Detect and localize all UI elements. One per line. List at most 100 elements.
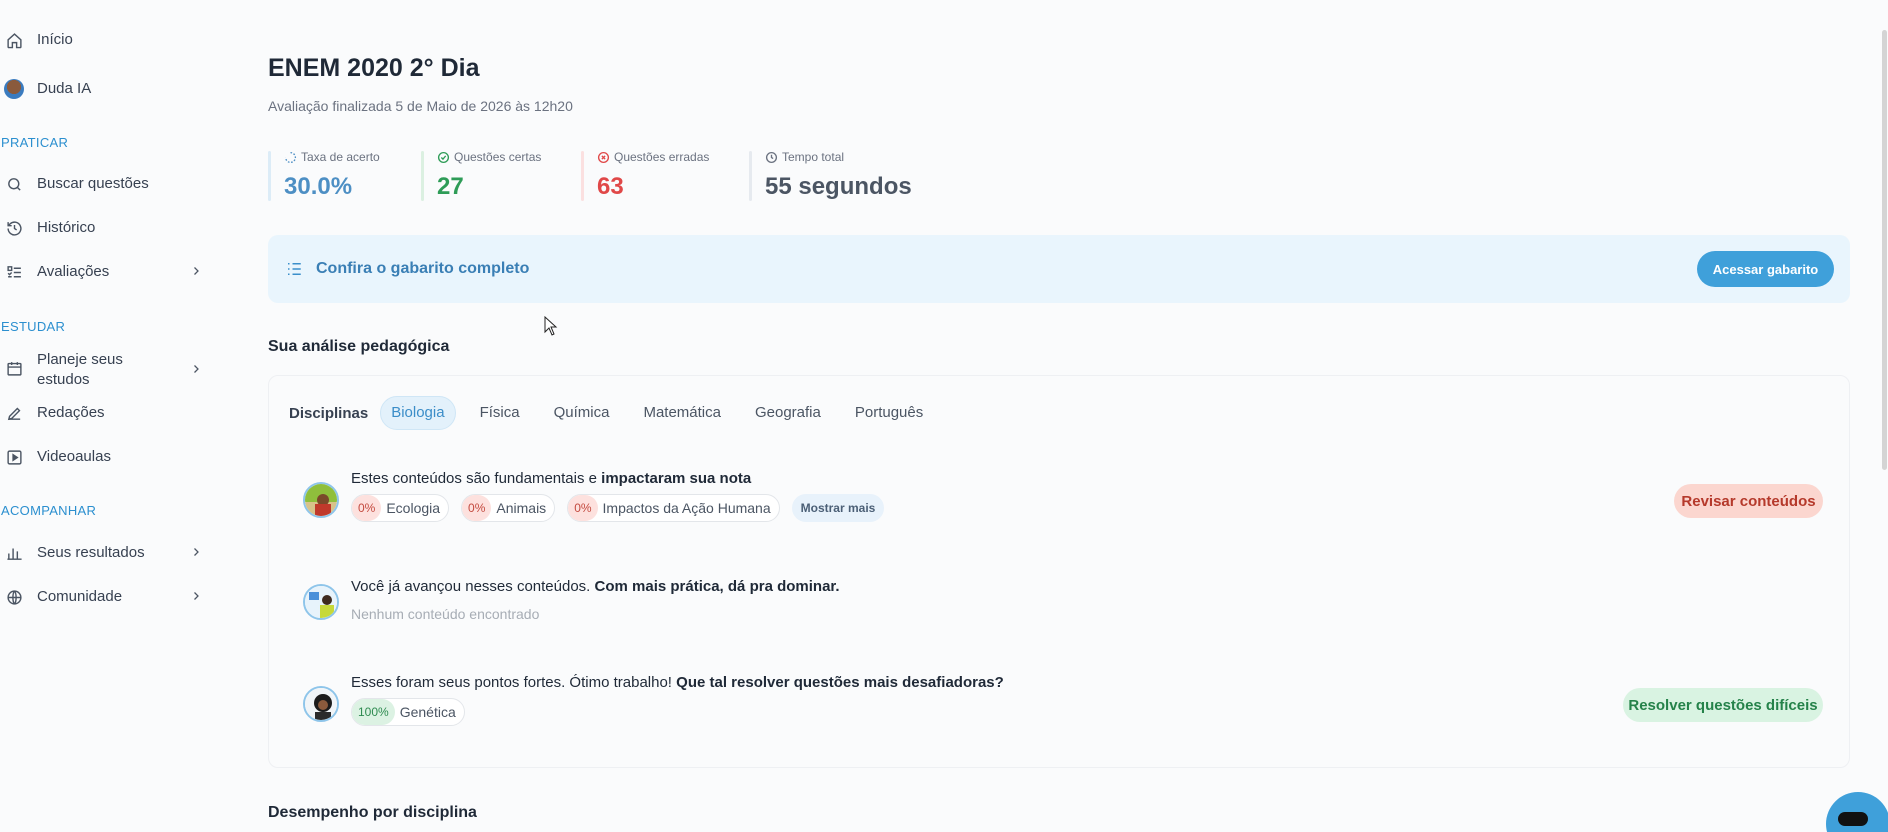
sidebar-item-seus-resultados[interactable]: Seus resultados bbox=[0, 543, 210, 563]
acessar-gabarito-button[interactable]: Acessar gabarito bbox=[1697, 251, 1834, 287]
sidebar-item-buscar-questoes[interactable]: Buscar questões bbox=[0, 174, 210, 194]
row-text: Estes conteúdos são fundamentais e impac… bbox=[351, 470, 751, 487]
page-title: ENEM 2020 2° Dia bbox=[268, 54, 480, 82]
row-text-plain: Esses foram seus pontos fortes. Ótimo tr… bbox=[351, 674, 677, 691]
row-text-plain: Estes conteúdos são fundamentais e bbox=[351, 470, 602, 487]
stat-label: Taxa de acerto bbox=[301, 150, 380, 164]
avatar bbox=[303, 482, 339, 518]
stat-label-row: Questões certas bbox=[437, 149, 581, 165]
stat-taxa-acerto: Taxa de acerto 30.0% bbox=[268, 149, 421, 201]
sidebar-item-label: Redações bbox=[37, 404, 105, 421]
performance-title: Desempenho por disciplina bbox=[268, 804, 477, 821]
sidebar-item-label: Seus resultados bbox=[37, 544, 145, 561]
chip-label: Genética bbox=[399, 704, 456, 720]
pencil-icon bbox=[4, 403, 24, 423]
sidebar: Início Duda IA PRATICAR Buscar questões … bbox=[0, 0, 215, 832]
chip-pct: 100% bbox=[352, 699, 395, 725]
analysis-row-progress: Você já avançou nesses conteúdos. Com ma… bbox=[303, 578, 1823, 628]
scrollbar-thumb[interactable] bbox=[1882, 30, 1887, 470]
sidebar-item-label: Avaliações bbox=[37, 263, 110, 280]
list-icon bbox=[288, 263, 301, 275]
stat-value: 63 bbox=[597, 173, 624, 200]
section-title-praticar: PRATICAR bbox=[1, 135, 69, 150]
topic-chip[interactable]: 0% Animais bbox=[461, 494, 556, 522]
analysis-row-strengths: Esses foram seus pontos fortes. Ótimo tr… bbox=[303, 674, 1823, 738]
revisar-conteudos-button[interactable]: Revisar conteúdos bbox=[1674, 484, 1823, 518]
mouse-cursor-icon bbox=[544, 316, 558, 336]
chip-label: Ecologia bbox=[386, 500, 441, 516]
sidebar-item-planeje-estudos[interactable]: Planeje seus estudos bbox=[0, 350, 210, 390]
sidebar-item-label-wrapper: Planeje seus estudos bbox=[37, 350, 123, 390]
topic-chip[interactable]: 100% Genética bbox=[351, 698, 465, 726]
chip-label: Impactos da Ação Humana bbox=[602, 500, 771, 516]
page-subtitle: Avaliação finalizada 5 de Maio de 2026 à… bbox=[268, 98, 573, 114]
progress-icon bbox=[284, 151, 297, 163]
chat-icon bbox=[1838, 812, 1868, 826]
section-title-estudar: ESTUDAR bbox=[1, 319, 66, 334]
tab-fisica[interactable]: Física bbox=[470, 396, 530, 430]
topic-chip[interactable]: 0% Ecologia bbox=[351, 494, 450, 522]
chip-list: 0% Ecologia 0% Animais 0% Impactos da Ação … bbox=[351, 494, 896, 522]
stat-tempo-total: Tempo total 55 segundos bbox=[749, 149, 949, 201]
sidebar-item-avaliacoes[interactable]: Avaliações bbox=[0, 262, 210, 282]
empty-state: Nenhum conteúdo encontrado bbox=[351, 606, 540, 622]
avatar bbox=[303, 584, 339, 620]
stat-label-row: Taxa de acerto bbox=[284, 149, 421, 165]
stat-value: 55 segundos bbox=[765, 173, 912, 200]
stat-questoes-erradas: Questões erradas 63 bbox=[581, 149, 749, 201]
stat-value: 27 bbox=[437, 173, 464, 200]
list-check-icon bbox=[4, 262, 24, 282]
sidebar-item-inicio[interactable]: Início bbox=[0, 30, 210, 50]
analysis-title: Sua análise pedagógica bbox=[268, 338, 450, 355]
chip-pct: 0% bbox=[462, 495, 492, 521]
scrollbar[interactable] bbox=[1878, 0, 1888, 832]
topic-chip[interactable]: 0% Impactos da Ação Humana bbox=[567, 494, 780, 522]
row-text-bold: Com mais prática, dá pra dominar. bbox=[594, 578, 840, 595]
sidebar-item-historico[interactable]: Histórico bbox=[0, 218, 210, 238]
chevron-right-icon bbox=[190, 264, 202, 281]
analysis-row-impact: Estes conteúdos são fundamentais e impac… bbox=[303, 470, 1823, 534]
x-circle-icon bbox=[597, 151, 610, 163]
section-title-acompanhar: ACOMPANHAR bbox=[1, 503, 97, 518]
sidebar-item-label: estudos bbox=[37, 371, 90, 388]
chevron-right-icon bbox=[190, 589, 202, 606]
sidebar-item-comunidade[interactable]: Comunidade bbox=[0, 587, 210, 607]
tab-geografia[interactable]: Geografia bbox=[745, 396, 831, 430]
check-circle-icon bbox=[437, 151, 450, 163]
stat-label: Tempo total bbox=[782, 150, 845, 164]
avatar bbox=[303, 686, 339, 722]
analysis-card: Disciplinas Biologia Física Química Mate… bbox=[268, 375, 1850, 768]
sidebar-item-label: Buscar questões bbox=[37, 175, 149, 192]
tabs-label: Disciplinas bbox=[289, 404, 369, 422]
chip-pct: 0% bbox=[352, 495, 382, 521]
tab-matematica[interactable]: Matemática bbox=[633, 396, 731, 430]
stat-label: Questões erradas bbox=[614, 150, 710, 164]
globe-icon bbox=[4, 587, 24, 607]
stat-label-row: Questões erradas bbox=[597, 149, 749, 165]
sidebar-item-label: Duda IA bbox=[37, 80, 92, 97]
chevron-right-icon bbox=[190, 545, 202, 562]
mostrar-mais-button[interactable]: Mostrar mais bbox=[791, 494, 885, 522]
row-text: Você já avançou nesses conteúdos. Com ma… bbox=[351, 578, 840, 595]
sidebar-item-redacoes[interactable]: Redações bbox=[0, 403, 210, 423]
sidebar-item-videoaulas[interactable]: Videoaulas bbox=[0, 447, 210, 467]
row-text: Esses foram seus pontos fortes. Ótimo tr… bbox=[351, 674, 1004, 691]
row-text-plain: Você já avançou nesses conteúdos. bbox=[351, 578, 595, 595]
stat-label-row: Tempo total bbox=[765, 149, 949, 165]
tab-biologia[interactable]: Biologia bbox=[380, 396, 456, 430]
resolver-questoes-dificeis-button[interactable]: Resolver questões difíceis bbox=[1623, 688, 1823, 722]
stat-label: Questões certas bbox=[454, 150, 542, 164]
chip-list: 100% Genética bbox=[351, 698, 477, 726]
stat-value: 30.0% bbox=[284, 173, 353, 200]
tab-portugues[interactable]: Português bbox=[845, 396, 933, 430]
home-icon bbox=[4, 30, 24, 50]
sidebar-item-duda-ia[interactable]: Duda IA bbox=[0, 79, 210, 99]
calendar-icon bbox=[4, 358, 24, 378]
sidebar-item-label: Histórico bbox=[37, 219, 96, 236]
tab-quimica[interactable]: Química bbox=[544, 396, 620, 430]
row-text-bold: impactaram sua nota bbox=[601, 470, 752, 487]
chip-label: Animais bbox=[496, 500, 547, 516]
avatar-wrapper bbox=[4, 79, 24, 99]
clock-icon bbox=[765, 151, 778, 163]
chip-pct: 0% bbox=[568, 495, 598, 521]
